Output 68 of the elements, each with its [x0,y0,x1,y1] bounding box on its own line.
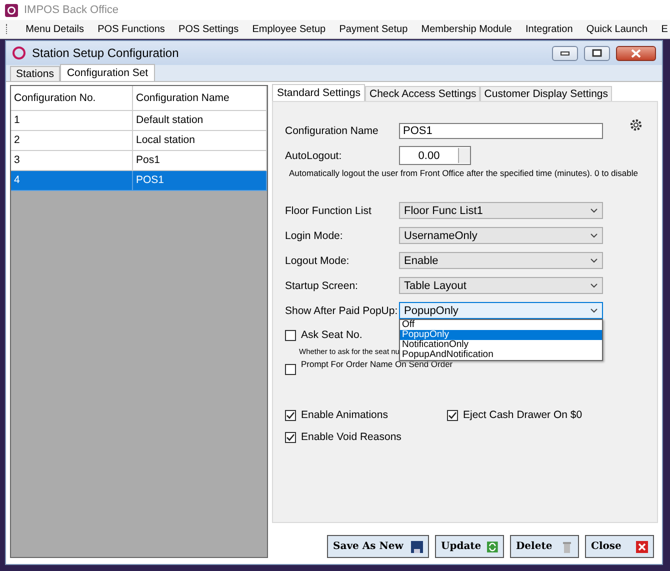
close-button[interactable] [616,46,656,60]
field-label: Floor Function List [285,204,372,216]
dropdown[interactable]: Table Layout [399,277,603,294]
tab[interactable]: Check Access Settings [365,86,480,101]
menu-item[interactable]: Menu Details [26,24,84,34]
dropdown-option[interactable]: PopupAndNotification [400,350,602,360]
action-button[interactable]: Update [435,535,504,558]
action-button[interactable]: Close [585,535,654,558]
field-label: Login Mode: [285,230,344,242]
dropdown[interactable]: UsernameOnly [399,227,603,244]
menu-item[interactable]: Quick Launch [586,24,648,34]
checkbox-label: Prompt For Order Name On Send Order [301,359,453,369]
field-label: Configuration Name [285,124,380,136]
number-spinner[interactable]: 0.00 [399,146,471,165]
close-icon [631,48,641,58]
window-title: Station Setup Configuration [32,46,180,60]
field-label: Show After Paid PopUp: [285,304,399,316]
chevron-down-icon [590,208,598,213]
dropdown[interactable]: PopupOnly [399,302,603,319]
menu-item[interactable]: E [661,24,668,34]
input-field[interactable]: POS1 [399,122,603,138]
chevron-down-icon [590,308,598,313]
menu-item[interactable]: Payment Setup [339,24,408,34]
checkbox[interactable] [285,364,296,375]
chevron-down-icon [590,258,598,263]
table-cell[interactable]: 4 [11,171,133,191]
tab[interactable]: Stations [10,66,60,81]
dropdown-option[interactable]: Off [400,320,602,330]
app-logo-icon [5,4,18,16]
maximize-button[interactable] [584,46,610,60]
minimize-button[interactable] [552,46,578,60]
checkbox-label: Enable Animations [301,409,388,421]
dropdown[interactable]: Floor Func List1 [399,202,603,219]
menu-item[interactable]: Integration [526,24,573,34]
checkbox-label: Eject Cash Drawer On $0 [463,409,582,421]
close-icon [636,540,648,552]
chevron-down-icon [590,233,598,238]
chevron-down-icon [590,283,598,288]
minimize-icon [560,50,570,56]
action-button[interactable]: Delete [510,535,579,558]
app-title: IMPOS Back Office [24,4,119,16]
table-cell[interactable]: POS1 [133,171,267,191]
action-button[interactable]: Save As New [327,535,429,558]
tab[interactable]: Customer Display Settings [480,86,612,101]
checkbox[interactable] [285,410,296,420]
menu-item[interactable]: POS Settings [178,24,239,34]
checkbox[interactable] [285,432,296,442]
trash-icon [561,540,573,552]
window-logo-icon [12,46,26,60]
dropdown[interactable]: Enable [399,252,603,269]
field-label: AutoLogout: [285,150,343,162]
menu-item[interactable]: POS Functions [98,24,165,34]
checkbox[interactable] [447,410,458,420]
tab[interactable]: Configuration Set [60,64,156,81]
checkbox-label: Enable Void Reasons [301,431,402,443]
checkbox[interactable] [285,330,296,340]
dropdown-option[interactable]: PopupOnly [400,330,602,340]
menu-item[interactable]: Membership Module [421,24,512,34]
field-label: Logout Mode: [285,254,350,266]
checkbox-label: Ask Seat No. [301,329,362,341]
field-label: Startup Screen: [285,280,359,292]
refresh-icon [487,540,498,552]
settings-icon[interactable] [629,118,643,132]
menu-item[interactable]: Employee Setup [252,24,326,34]
help-text: Automatically logout the user from Front Office after the specified time (minutes). 0 to disable [288,168,639,180]
tab[interactable]: Standard Settings [272,84,366,101]
maximize-icon [592,49,602,57]
dropdown-option[interactable]: NotificationOnly [400,340,602,350]
